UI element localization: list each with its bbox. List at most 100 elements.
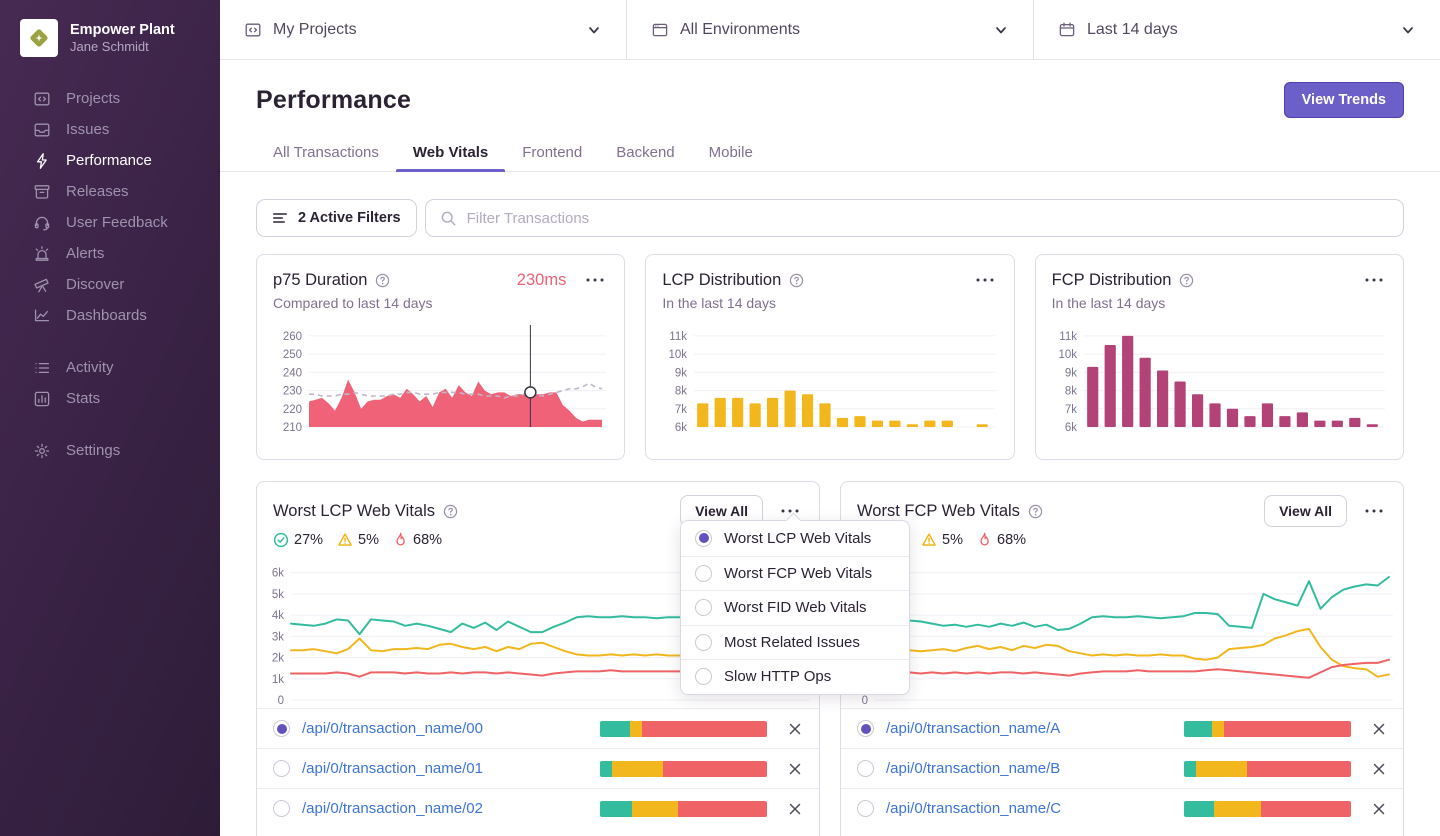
vitals-type-dropdown: Worst LCP Web Vitals Worst FCP Web Vitals… [680, 520, 910, 695]
radio-button[interactable] [695, 529, 712, 547]
menu-item-worst-lcp-web-vitals[interactable]: Worst LCP Web Vitals [681, 521, 909, 556]
transaction-radio[interactable] [273, 760, 290, 777]
active-filters-button[interactable]: 2 Active Filters [256, 199, 417, 237]
lcp-distribution-card: LCP Distribution In the last 14 days 6k 7… [645, 254, 1015, 460]
close-icon[interactable] [1371, 801, 1387, 817]
project-filter[interactable]: My Projects [220, 0, 626, 59]
overflow-menu-icon[interactable] [1361, 500, 1387, 522]
svg-text:7k: 7k [1065, 404, 1077, 416]
vitals-distribution-bar [600, 760, 767, 777]
transaction-radio[interactable] [273, 720, 290, 737]
p75-duration-chart[interactable]: 210 220 230 240 250 260 [273, 319, 608, 434]
menu-item-worst-fcp-web-vitals[interactable]: Worst FCP Web Vitals [681, 555, 909, 591]
view-trends-button[interactable]: View Trends [1283, 82, 1404, 118]
sidebar-item-label: Stats [66, 390, 101, 407]
sidebar-item-label: Performance [66, 152, 152, 169]
chevron-down-icon [993, 22, 1009, 38]
org-logo [20, 19, 58, 57]
tab-backend[interactable]: Backend [599, 134, 691, 171]
transaction-radio[interactable] [273, 800, 290, 817]
vitals-distribution-bar [1184, 720, 1351, 737]
overflow-menu-icon[interactable] [1361, 269, 1387, 291]
svg-text:4k: 4k [272, 610, 284, 622]
environment-filter[interactable]: All Environments [626, 0, 1033, 59]
transaction-link[interactable]: /api/0/transaction_name/C [886, 800, 1172, 817]
list-icon [33, 359, 51, 377]
svg-text:260: 260 [283, 331, 302, 343]
vitals-distribution-bar [1184, 800, 1351, 817]
close-icon[interactable] [1371, 761, 1387, 777]
radio-button[interactable] [695, 633, 712, 651]
svg-text:6k: 6k [272, 568, 284, 580]
telescope-icon [33, 276, 51, 294]
sidebar-item-label: Dashboards [66, 307, 147, 324]
sidebar-item-label: Releases [66, 183, 129, 200]
worst-fcp-card: Worst FCP Web Vitals View All 27% 5% 68%… [840, 481, 1404, 836]
menu-item-slow-http-ops[interactable]: Slow HTTP Ops [681, 659, 909, 694]
svg-text:0: 0 [278, 695, 284, 704]
tab-web-vitals[interactable]: Web Vitals [395, 134, 506, 172]
close-icon[interactable] [787, 761, 803, 777]
help-icon[interactable] [375, 273, 390, 288]
active-filters-label: 2 Active Filters [298, 210, 401, 226]
sidebar-item-projects[interactable]: Projects [0, 83, 220, 114]
date-range-filter[interactable]: Last 14 days [1033, 0, 1440, 59]
tab-bar: All Transactions Web Vitals Frontend Backen… [220, 134, 1440, 172]
window-icon [651, 21, 669, 39]
help-icon[interactable] [443, 504, 458, 519]
overflow-menu-icon[interactable] [972, 269, 998, 291]
worst-fcp-chart[interactable]: 01k2k3k4k5k6k [845, 554, 1395, 707]
transaction-radio[interactable] [857, 760, 874, 777]
sidebar-item-settings[interactable]: Settings [0, 435, 220, 466]
sidebar-item-performance[interactable]: Performance [0, 145, 220, 176]
fire-icon [393, 532, 408, 548]
menu-item-worst-fid-web-vitals[interactable]: Worst FID Web Vitals [681, 590, 909, 625]
transaction-link[interactable]: /api/0/transaction_name/A [886, 720, 1172, 737]
menu-item-most-related-issues[interactable]: Most Related Issues [681, 624, 909, 660]
radio-button[interactable] [695, 599, 712, 617]
sidebar-item-releases[interactable]: Releases [0, 176, 220, 207]
help-icon[interactable] [789, 273, 804, 288]
warning-triangle-icon [337, 532, 353, 548]
svg-text:7k: 7k [675, 404, 687, 416]
transaction-row: /api/0/transaction_name/A [841, 708, 1403, 748]
transaction-link[interactable]: /api/0/transaction_name/00 [302, 720, 588, 737]
fcp-distribution-chart[interactable]: 6k 7k 8k 9k 10k 11k [1052, 319, 1387, 434]
radio-button[interactable] [695, 668, 712, 686]
radio-button[interactable] [695, 564, 712, 582]
help-icon[interactable] [1028, 504, 1043, 519]
vitals-distribution-bar [600, 800, 767, 817]
card-title: FCP Distribution [1051, 270, 1172, 289]
svg-text:11k: 11k [1059, 331, 1077, 343]
sidebar-item-dashboards[interactable]: Dashboards [0, 300, 220, 331]
sidebar-item-issues[interactable]: Issues [0, 114, 220, 145]
transaction-link[interactable]: /api/0/transaction_name/01 [302, 760, 588, 777]
sidebar-item-alerts[interactable]: Alerts [0, 238, 220, 269]
sidebar-item-activity[interactable]: Activity [0, 352, 220, 383]
menu-item-label: Slow HTTP Ops [724, 668, 832, 686]
close-icon[interactable] [787, 801, 803, 817]
close-icon[interactable] [1371, 721, 1387, 737]
view-all-button[interactable]: View All [1264, 495, 1347, 527]
org-switcher[interactable]: Empower Plant Jane Schmidt [0, 0, 220, 69]
close-icon[interactable] [787, 721, 803, 737]
transaction-row: /api/0/transaction_name/B [841, 748, 1403, 788]
tab-mobile[interactable]: Mobile [692, 134, 770, 171]
search-input[interactable] [466, 209, 1389, 227]
transaction-radio[interactable] [857, 720, 874, 737]
sidebar-item-user-feedback[interactable]: User Feedback [0, 207, 220, 238]
transaction-radio[interactable] [857, 800, 874, 817]
sidebar-item-label: Activity [66, 359, 114, 376]
sidebar-item-label: Settings [66, 442, 121, 459]
lcp-distribution-chart[interactable]: 6k 7k 8k 9k 10k 11k [662, 319, 997, 434]
transaction-row: /api/0/transaction_name/C [841, 788, 1403, 828]
sidebar-item-stats[interactable]: Stats [0, 383, 220, 414]
transaction-link[interactable]: /api/0/transaction_name/02 [302, 800, 588, 817]
sidebar-item-discover[interactable]: Discover [0, 269, 220, 300]
gear-icon [33, 442, 51, 460]
tab-all-transactions[interactable]: All Transactions [256, 134, 396, 171]
tab-frontend[interactable]: Frontend [505, 134, 599, 171]
transaction-link[interactable]: /api/0/transaction_name/B [886, 760, 1172, 777]
help-icon[interactable] [1179, 273, 1194, 288]
overflow-menu-icon[interactable] [582, 269, 608, 291]
